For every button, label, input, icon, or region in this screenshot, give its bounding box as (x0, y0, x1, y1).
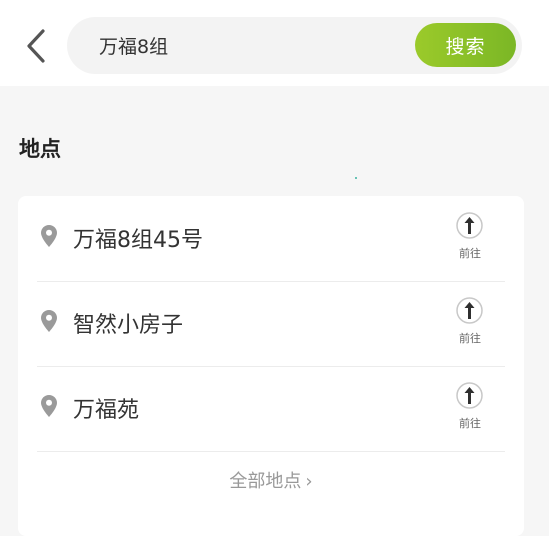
list-item[interactable]: 智然小房子 前往 (37, 281, 505, 367)
location-pin-icon (41, 225, 57, 247)
goto-button[interactable]: 前往 (453, 297, 487, 347)
chevron-left-icon (27, 29, 45, 63)
location-pin-icon (41, 395, 57, 417)
all-places-label: 全部地点 (229, 471, 302, 492)
decorative-dot (355, 177, 357, 179)
back-button[interactable] (18, 26, 54, 66)
place-name: 智然小房子 (73, 313, 184, 338)
places-card: 万福8组45号 前往 智然小房子 前往 万福苑 前往 全部地点 › (18, 196, 524, 536)
list-item[interactable]: 万福苑 前往 (37, 366, 505, 452)
search-button[interactable]: 搜索 (415, 23, 516, 67)
place-name: 万福苑 (73, 398, 140, 423)
search-bar: 搜索 (67, 17, 522, 74)
all-places-link[interactable]: 全部地点 › (18, 467, 524, 493)
goto-label: 前往 (459, 247, 481, 260)
goto-label: 前往 (459, 332, 481, 345)
goto-button[interactable]: 前往 (453, 382, 487, 432)
top-bar: 搜索 (0, 0, 549, 86)
place-name: 万福8组45号 (73, 228, 203, 253)
search-input[interactable] (99, 17, 399, 74)
chevron-right-icon: › (305, 471, 313, 492)
list-item[interactable]: 万福8组45号 前往 (37, 196, 505, 282)
location-pin-icon (41, 310, 57, 332)
goto-label: 前往 (459, 417, 481, 430)
navigate-arrow-icon (456, 297, 483, 324)
goto-button[interactable]: 前往 (453, 212, 487, 262)
section-title: 地点 (19, 137, 61, 161)
navigate-arrow-icon (456, 382, 483, 409)
navigate-arrow-icon (456, 212, 483, 239)
